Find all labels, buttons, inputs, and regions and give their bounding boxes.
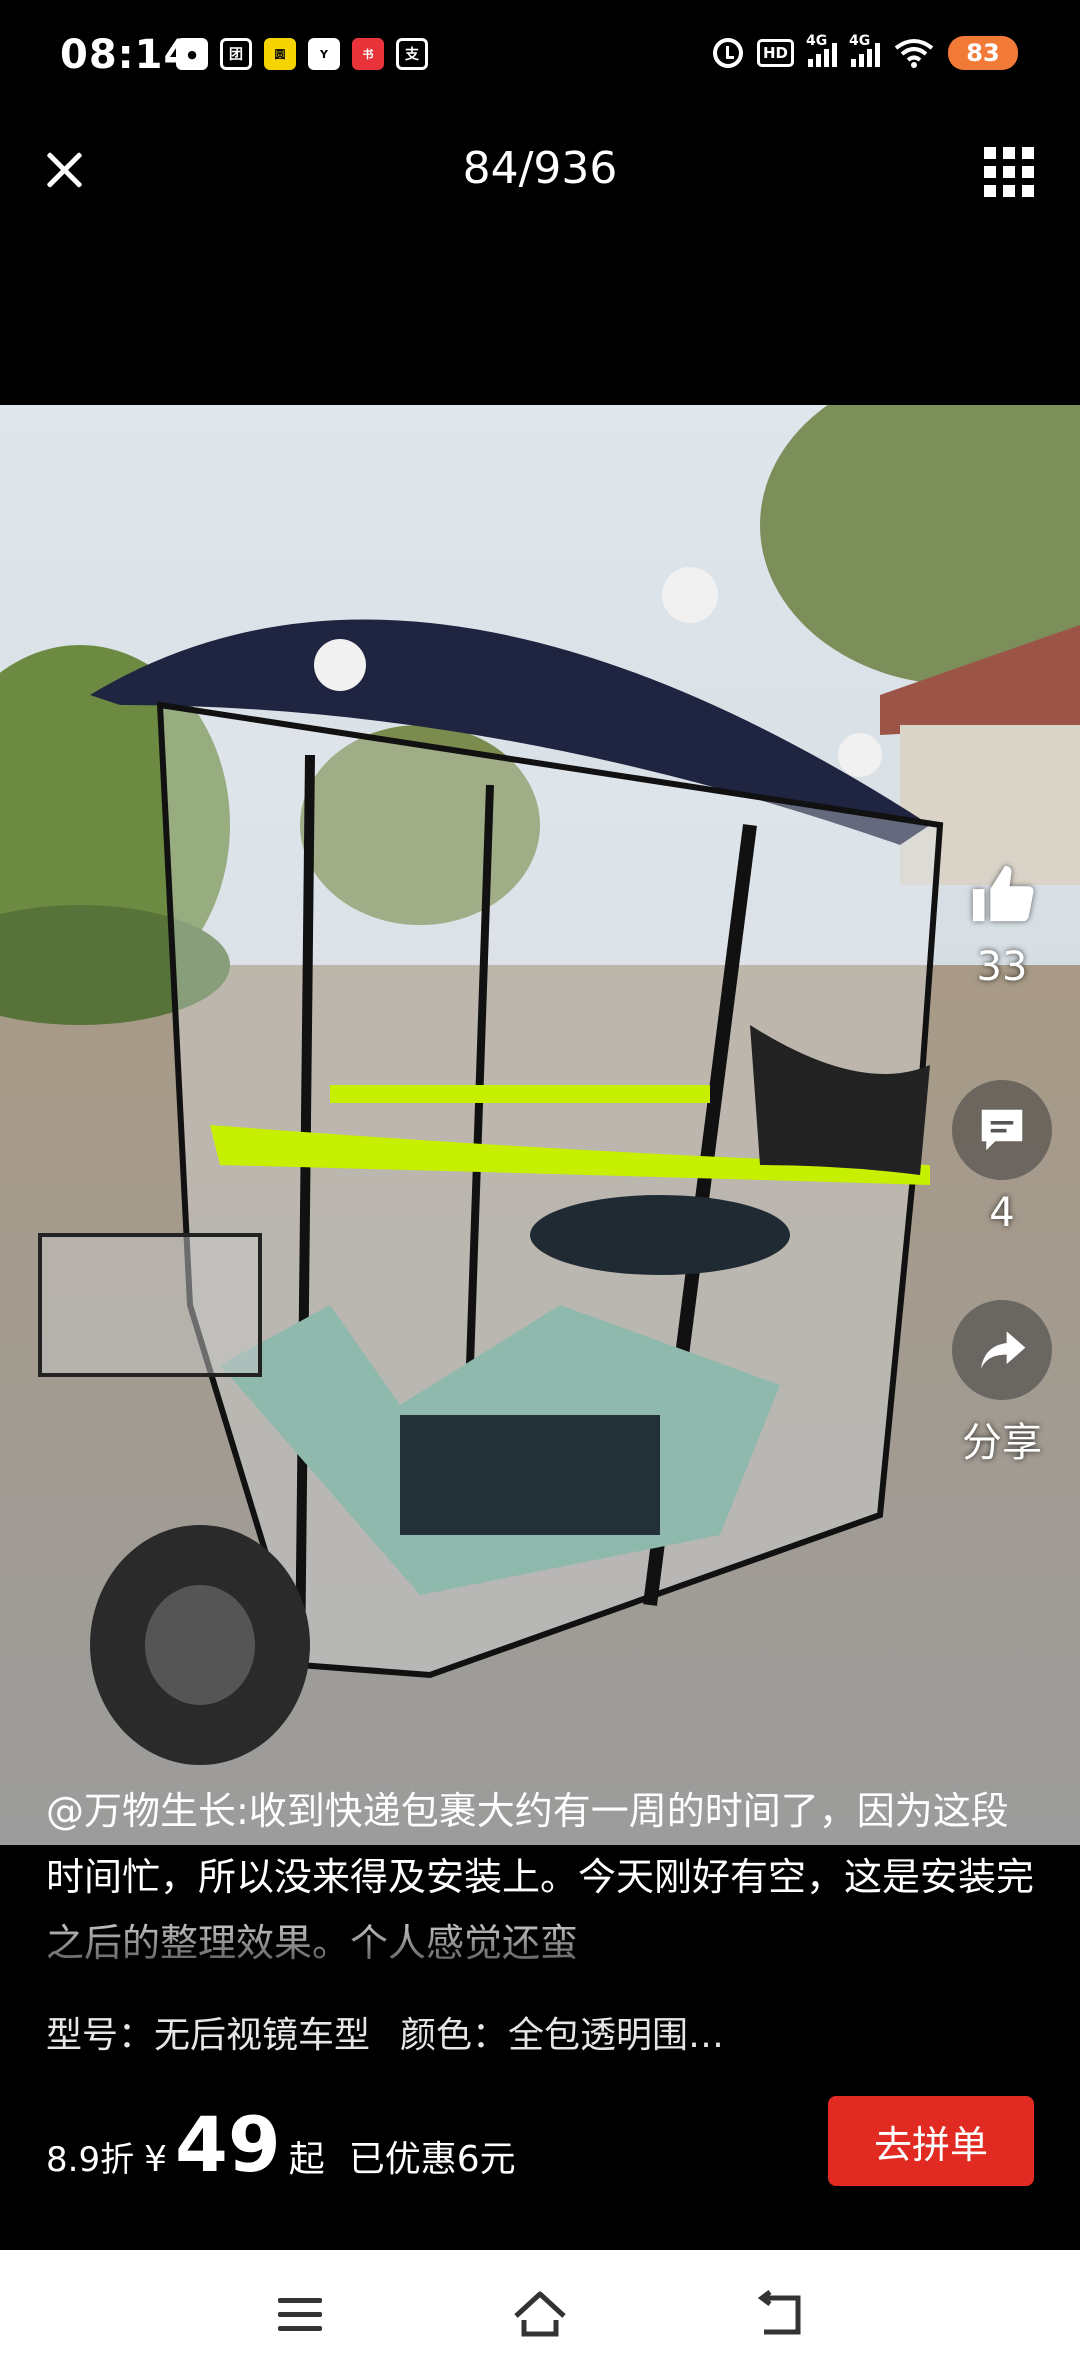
home-nav-button[interactable] <box>510 2284 570 2344</box>
signal-icon-1: 4G <box>806 33 837 67</box>
thumbs-up-icon <box>972 865 1034 922</box>
system-icons: HD 4G 4G 83 <box>712 33 1018 70</box>
alarm-icon <box>712 38 743 68</box>
notification-icons: ● 团 圆 Y 书 支 <box>176 38 428 70</box>
product-spec[interactable]: 型号：无后视镜车型 颜色：全包透明围… <box>46 2006 754 2058</box>
comment-count: 4 <box>989 1190 1015 1236</box>
share-action[interactable]: 分享 <box>952 1300 1052 1468</box>
yuantu-icon: 圆 <box>264 38 296 70</box>
discount-label: 8.9折 <box>46 2140 135 2180</box>
group-buy-button[interactable]: 去拼单 <box>828 2096 1034 2186</box>
wechat-icon: ● <box>176 38 208 70</box>
like-count: 33 <box>976 944 1028 990</box>
xiaohongshu-icon: 书 <box>352 38 384 70</box>
price-value: 49 <box>174 2100 281 2189</box>
battery-indicator: 83 <box>948 36 1018 70</box>
menu-nav-button[interactable] <box>270 2284 330 2344</box>
product-photo[interactable] <box>0 405 1080 1845</box>
signal-icon-2: 4G <box>849 33 880 67</box>
saved-amount: 已优惠6元 <box>348 2139 516 2180</box>
status-time: 08:14 <box>60 32 193 78</box>
share-label: 分享 <box>962 1420 1042 1466</box>
wifi-icon <box>894 39 934 68</box>
spec-color: 颜色：全包透明围… <box>400 2015 725 2056</box>
back-nav-button[interactable] <box>750 2284 810 2344</box>
price-suffix: 起 <box>288 2139 325 2180</box>
meituan-icon: 团 <box>220 38 252 70</box>
currency-symbol: ¥ <box>144 2139 167 2180</box>
home-icon <box>514 2291 566 2337</box>
like-action[interactable]: 33 <box>952 860 1052 990</box>
back-icon <box>757 2290 801 2335</box>
grid-view-button[interactable] <box>984 147 1034 197</box>
spec-model: 型号：无后视镜车型 <box>46 2015 371 2056</box>
hd-icon: HD <box>756 39 794 67</box>
alipay-icon: 支 <box>396 38 428 70</box>
system-nav-bar <box>0 2250 1080 2376</box>
status-bar: 08:14 ● 团 圆 Y 书 支 HD 4G 4G 83 <box>0 0 1080 115</box>
youku-icon: Y <box>308 38 340 70</box>
comment-action[interactable]: 4 <box>952 1080 1052 1236</box>
comment-icon <box>981 1109 1023 1151</box>
caption-fade <box>0 1900 1080 1990</box>
price-row: 8.9折 ¥ 49 起 已优惠6元 <box>46 2100 516 2189</box>
image-counter: 84/936 <box>462 143 618 194</box>
share-arrow-icon <box>981 1331 1026 1369</box>
